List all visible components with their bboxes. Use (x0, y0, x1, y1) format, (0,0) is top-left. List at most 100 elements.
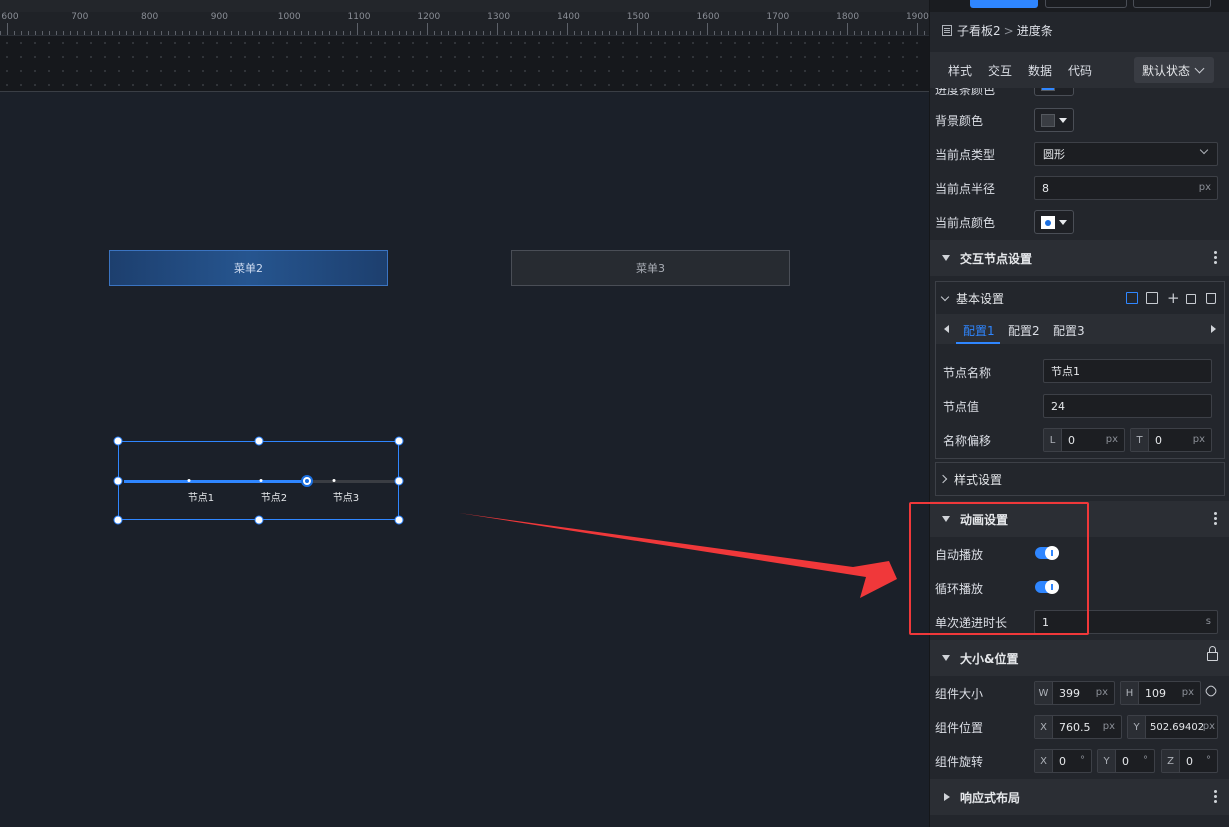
point-radius-input[interactable]: 8 px (1034, 176, 1218, 200)
top-tertiary-button[interactable] (1133, 0, 1211, 8)
responsive-section-title: 响应式布局 (960, 790, 1021, 805)
node-value-input[interactable]: 24 (1043, 394, 1212, 418)
config-tab-2[interactable]: 配置2 (1008, 322, 1040, 339)
lock-icon[interactable] (1207, 646, 1218, 661)
ruler-tick (406, 31, 407, 35)
unit-label: px (1192, 434, 1205, 445)
node-name-value: 节点1 (1051, 365, 1080, 378)
node-section-header[interactable]: 交互节点设置 (930, 240, 1229, 276)
config-tab-1[interactable]: 配置1 (963, 322, 995, 339)
fill-color-picker[interactable] (1034, 88, 1074, 96)
layout-icon[interactable] (1126, 292, 1138, 304)
size-section-header[interactable]: 大小&位置 (930, 640, 1229, 676)
rot-z-input[interactable]: Z 0 ° (1161, 749, 1218, 773)
horizontal-ruler: 600 700 800 900 1000 1100 1200 1300 1400 1500 1600… (0, 12, 929, 36)
ruler-tick (203, 31, 204, 35)
ruler-tick (189, 31, 190, 35)
ruler-tick (518, 31, 519, 35)
anim-section-header[interactable]: 动画设置 (930, 501, 1229, 537)
ruler-tick (0, 31, 1, 35)
ruler-tick (581, 31, 582, 35)
more-vertical-icon[interactable] (1214, 251, 1217, 254)
point-type-select[interactable]: 圆形 (1034, 142, 1218, 166)
responsive-section-header[interactable]: 响应式布局 (930, 779, 1229, 815)
state-select[interactable]: 默认状态 (1134, 57, 1214, 83)
resize-handle-ne[interactable] (394, 436, 404, 446)
style-settings-box[interactable]: 样式设置 (935, 462, 1225, 496)
caret-right-icon (944, 793, 950, 801)
ruler-tick (714, 31, 715, 35)
pos-x-input[interactable]: X 760.5 px (1034, 715, 1122, 739)
caret-left-icon[interactable] (944, 325, 949, 333)
resize-handle-n[interactable] (254, 436, 264, 446)
caret-down-icon (942, 255, 950, 261)
pos-y-input[interactable]: Y 502.694029 px (1127, 715, 1218, 739)
loop-toggle[interactable] (1035, 580, 1059, 594)
point-color-swatch (1041, 216, 1055, 229)
ruler-tick (665, 31, 666, 35)
unit-label: px (1202, 721, 1215, 732)
node-name-input[interactable]: 节点1 (1043, 359, 1212, 383)
tab-interaction[interactable]: 交互 (988, 62, 1012, 79)
resize-handle-w[interactable] (113, 476, 123, 486)
rot-y-input[interactable]: Y 0 ° (1097, 749, 1155, 773)
ruler-tick (343, 31, 344, 35)
point-color-picker[interactable] (1034, 210, 1074, 234)
resize-handle-se[interactable] (394, 515, 404, 525)
trash-icon[interactable] (1206, 293, 1216, 304)
ruler-tick (182, 31, 183, 35)
top-secondary-button[interactable] (1045, 0, 1127, 8)
menu-2-button[interactable]: 菜单2 (109, 250, 388, 286)
offset-l-input[interactable]: L 0 px (1043, 428, 1125, 452)
ruler-tick (693, 31, 694, 35)
caret-right-icon[interactable] (1211, 325, 1216, 333)
point-color-dot (1045, 220, 1051, 226)
ruler-tick (322, 31, 323, 35)
height-input[interactable]: H 109 px (1120, 681, 1201, 705)
more-vertical-icon[interactable] (1214, 790, 1217, 793)
step-duration-input[interactable]: 1 s (1034, 610, 1218, 634)
height-value: 109 (1145, 686, 1166, 700)
name-offset-label: 名称偏移 (943, 434, 992, 448)
ruler-tick (147, 31, 148, 35)
copy-icon[interactable] (1186, 294, 1196, 304)
resize-handle-s[interactable] (254, 515, 264, 525)
ruler-tick (245, 31, 246, 35)
ruler-tick (399, 31, 400, 35)
offset-t-input[interactable]: T 0 px (1130, 428, 1212, 452)
ruler-tick (105, 31, 106, 35)
rot-x-input[interactable]: X 0 ° (1034, 749, 1092, 773)
more-vertical-icon[interactable] (1214, 512, 1217, 515)
ruler-tick (77, 31, 78, 35)
bg-color-picker[interactable] (1034, 108, 1074, 132)
breadcrumb-parent[interactable]: 子看板2 (957, 22, 1001, 39)
resize-handle-sw[interactable] (113, 515, 123, 525)
width-input[interactable]: W 399 px (1034, 681, 1115, 705)
resize-handle-e[interactable] (394, 476, 404, 486)
tab-code[interactable]: 代码 (1068, 62, 1092, 79)
link-icon[interactable] (1203, 683, 1219, 699)
tab-style[interactable]: 样式 (948, 62, 972, 79)
resize-handle-nw[interactable] (113, 436, 123, 446)
grid-icon[interactable] (1146, 292, 1158, 304)
ruler-tick-label: 700 (71, 12, 89, 22)
selection-box[interactable] (118, 441, 399, 520)
editor-canvas[interactable]: 600 700 800 900 1000 1100 1200 1300 1400 1500 1600… (0, 0, 929, 827)
autoplay-toggle[interactable] (1035, 546, 1059, 560)
top-primary-button[interactable] (970, 0, 1038, 8)
ruler-tick (595, 31, 596, 35)
ruler-tick (168, 31, 169, 35)
tab-data[interactable]: 数据 (1028, 62, 1052, 79)
config-tab-3[interactable]: 配置3 (1053, 322, 1085, 339)
add-icon[interactable]: + (1167, 291, 1180, 306)
ruler-tick (231, 31, 232, 35)
unit-label: px (1095, 687, 1108, 698)
menu-3-button[interactable]: 菜单3 (511, 250, 790, 286)
ruler-tick (308, 31, 309, 35)
ruler-tick (889, 31, 890, 35)
ruler-tick (217, 31, 218, 35)
ruler-tick (721, 31, 722, 35)
basic-settings-header[interactable]: 基本设置 + (936, 282, 1224, 314)
style-settings-header[interactable]: 样式设置 (936, 463, 1224, 495)
properties-panel: 子看板2 > 进度条 样式 交互 数据 代码 默认状态 进度条颜色 背景颜色 当… (929, 0, 1229, 827)
